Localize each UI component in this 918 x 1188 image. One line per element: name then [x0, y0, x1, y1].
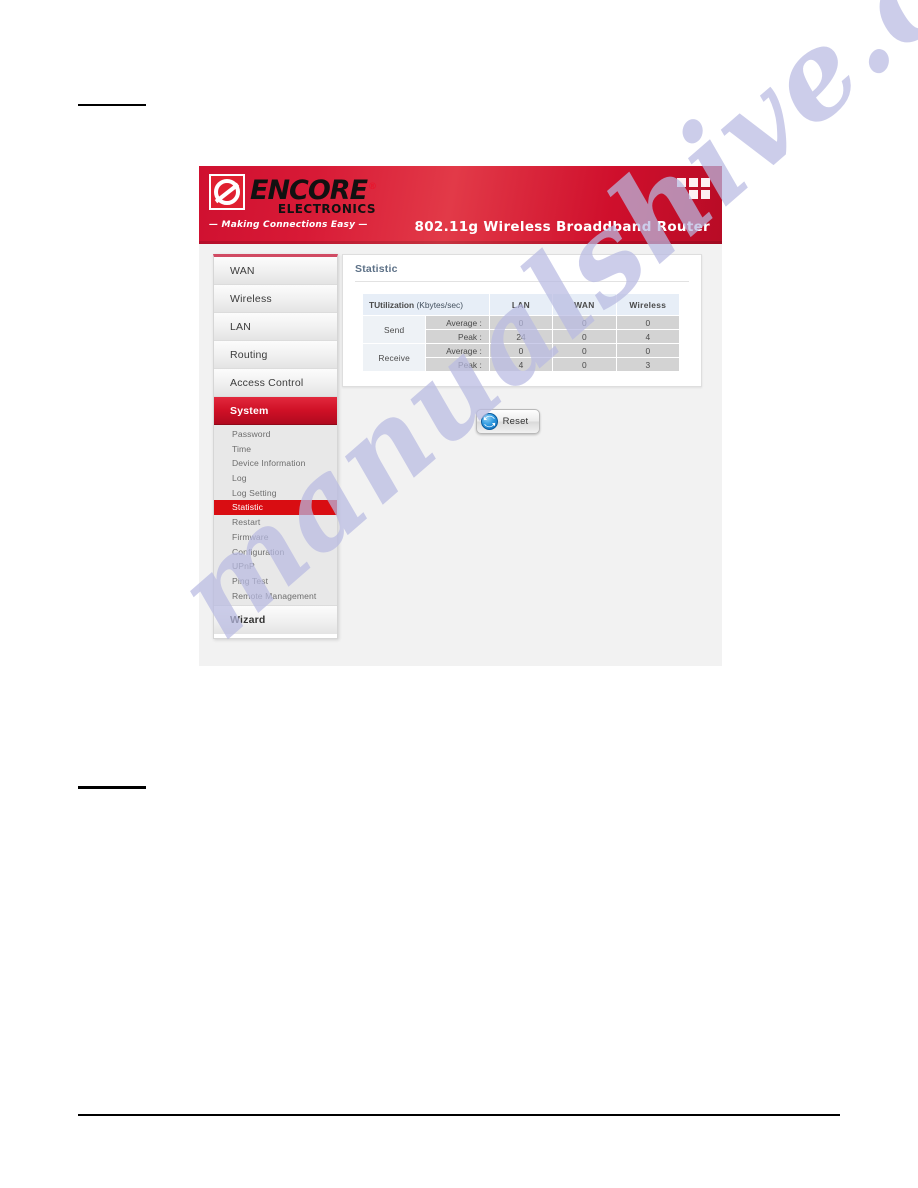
column-header-wan: WAN [552, 293, 617, 316]
table-header-row: TUtilization (Kbytes/sec) LAN WAN Wirele… [362, 293, 681, 316]
value-receive-average-wan: 0 [552, 343, 617, 358]
sidebar-item-system[interactable]: System [214, 397, 337, 425]
column-header-wireless: Wireless [615, 293, 681, 316]
table-row: Send Average 0 0 0 [361, 315, 681, 344]
sidebar-subitem-remote-management[interactable]: Remote Management [214, 589, 337, 604]
metric-label-receive-peak: Peak [425, 357, 490, 372]
router-header: ENCORE® ELECTRONICS — Making Connections… [199, 166, 722, 244]
sidebar-item-lan[interactable]: LAN [214, 313, 337, 341]
sidebar-item-access-control[interactable]: Access Control [214, 369, 337, 397]
sidebar-item-wizard[interactable]: Wizard [214, 606, 337, 635]
table-corner-header: TUtilization (Kbytes/sec) [362, 293, 490, 316]
statistic-panel: Statistic TUtilization (Kbytes/sec) LAN … [342, 254, 702, 387]
value-send-average-lan: 0 [488, 315, 554, 330]
sidebar-subitem-log[interactable]: Log [214, 471, 337, 486]
metric-label-receive-average: Average [425, 343, 490, 358]
sidebar-subitem-statistic[interactable]: Statistic [214, 500, 337, 516]
corner-header-bold: TUtilization [369, 299, 415, 310]
page-rule-middle [78, 786, 146, 789]
reset-button-label: Reset [502, 416, 529, 427]
table-row: Receive Average 0 0 0 [361, 343, 681, 372]
value-send-average-wireless: 0 [615, 315, 681, 330]
sidebar-subitem-configuration[interactable]: Configuration [214, 545, 337, 560]
statistic-table: TUtilization (Kbytes/sec) LAN WAN Wirele… [361, 293, 681, 372]
row-group-label-send: Send [361, 315, 427, 344]
sidebar-item-wireless[interactable]: Wireless [214, 285, 337, 313]
value-send-peak-wireless: 4 [615, 329, 681, 344]
refresh-icon [480, 413, 498, 430]
value-send-peak-wan: 0 [552, 329, 617, 344]
page-rule-bottom [78, 1114, 840, 1116]
sidebar-nav: WAN Wireless LAN Routing Access Control … [213, 254, 338, 640]
value-send-peak-lan: 24 [488, 329, 554, 344]
column-header-lan: LAN [488, 293, 554, 316]
metric-label-send-average: Average [425, 315, 490, 330]
sidebar-subitem-password[interactable]: Password [214, 427, 337, 442]
panel-title: Statistic [355, 263, 689, 282]
corner-header-unit: (Kbytes/sec) [416, 299, 464, 310]
sidebar-subitem-restart[interactable]: Restart [214, 515, 337, 530]
logo-brand-word: ENCORE [250, 175, 368, 206]
encore-logo-mark-icon [209, 174, 245, 210]
content-area: Statistic TUtilization (Kbytes/sec) LAN … [342, 254, 702, 434]
reset-button[interactable]: Reset [475, 409, 541, 434]
value-receive-average-wireless: 0 [615, 343, 681, 358]
value-receive-peak-wan: 0 [552, 357, 617, 372]
product-title: 802.11g Wireless Broaddband Router [414, 219, 710, 235]
page-rule-top [78, 104, 146, 106]
value-send-average-wan: 0 [552, 315, 617, 330]
sidebar-item-routing[interactable]: Routing [214, 341, 337, 369]
value-receive-average-lan: 0 [488, 343, 554, 358]
metric-label-send-peak: Peak [425, 329, 490, 344]
button-row: Reset [349, 409, 667, 434]
row-group-label-receive: Receive [361, 343, 427, 372]
sidebar-subitem-ping-test[interactable]: Ping Test [214, 574, 337, 589]
sidebar-subitem-device-information[interactable]: Device Information [214, 456, 337, 471]
sidebar-subitem-log-setting[interactable]: Log Setting [214, 486, 337, 501]
sidebar-subitem-firmware[interactable]: Firmware [214, 530, 337, 545]
value-receive-peak-wireless: 3 [615, 357, 681, 372]
router-body: WAN Wireless LAN Routing Access Control … [199, 244, 722, 666]
router-admin-screenshot: ENCORE® ELECTRONICS — Making Connections… [199, 166, 722, 666]
logo-brand-text: ENCORE® [250, 175, 377, 206]
value-receive-peak-lan: 4 [488, 357, 554, 372]
registered-mark: ® [368, 182, 377, 192]
grid-dots-icon [676, 178, 710, 202]
sidebar-subitem-time[interactable]: Time [214, 442, 337, 457]
sidebar-subitem-upnp[interactable]: UPnP [214, 559, 337, 574]
sidebar-system-submenu: Password Time Device Information Log Log… [214, 425, 337, 607]
sidebar-item-wan[interactable]: WAN [214, 257, 337, 285]
